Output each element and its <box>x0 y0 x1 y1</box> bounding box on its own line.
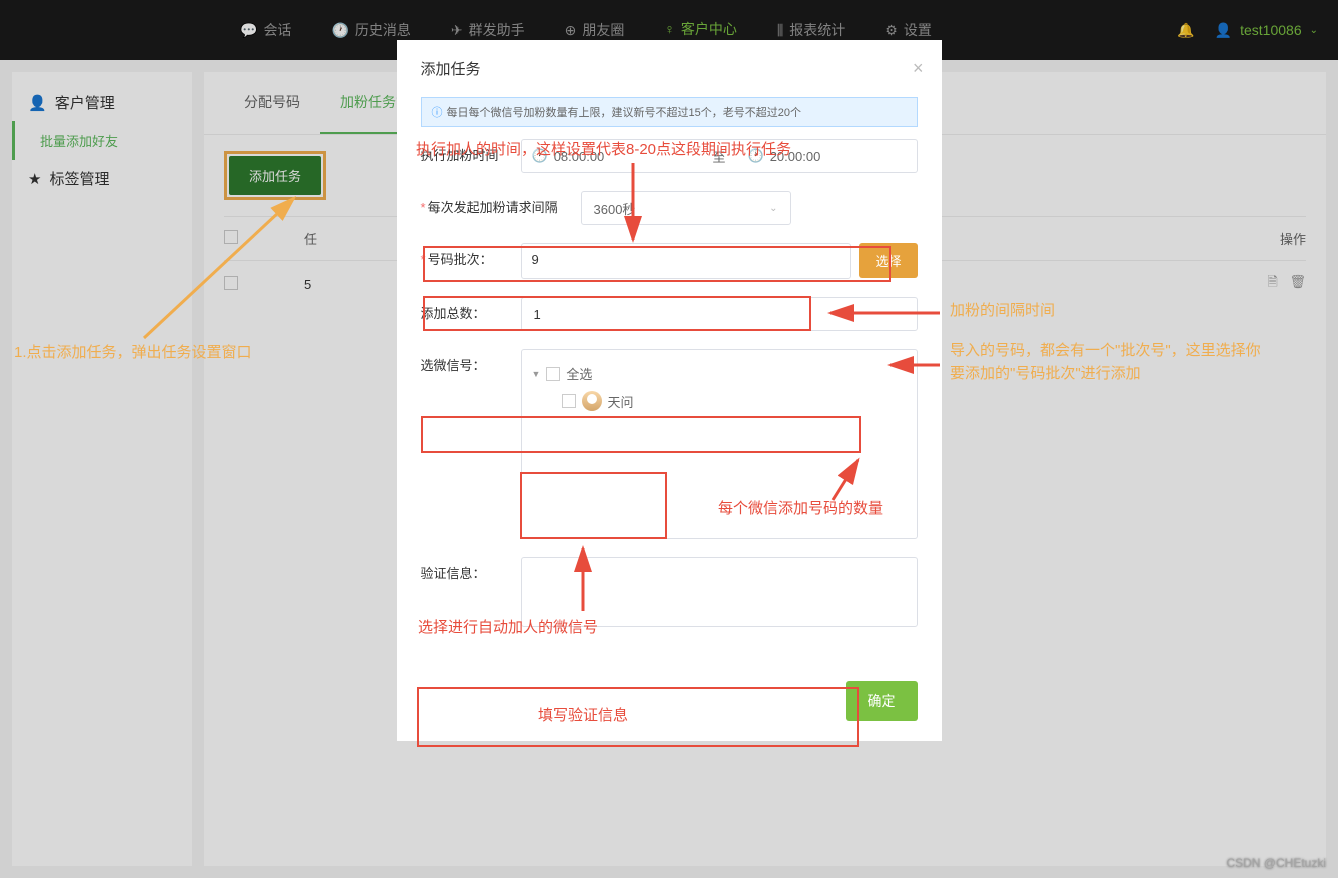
time-range-picker[interactable]: 🕐 08:00:00 至 🕐 20:00:00 <box>521 139 918 173</box>
total-input[interactable] <box>521 297 918 331</box>
tree-toggle-icon[interactable]: ▼ <box>532 369 541 379</box>
account-name: 天问 <box>608 392 634 411</box>
modal-overlay: 添加任务 × ⓘ 每日每个微信号加粉数量有上限，建议新号不超过15个，老号不超过… <box>0 0 1338 878</box>
verify-input[interactable] <box>521 557 918 627</box>
add-task-modal: 添加任务 × ⓘ 每日每个微信号加粉数量有上限，建议新号不超过15个，老号不超过… <box>397 40 942 741</box>
batch-value: 9 <box>532 252 539 267</box>
clock-icon: 🕐 <box>532 148 548 164</box>
modal-title: 添加任务 <box>421 61 481 78</box>
info-icon: ⓘ <box>432 104 443 120</box>
time-end: 20:00:00 <box>770 149 821 164</box>
batch-label: 号码批次： <box>428 252 493 267</box>
annotation-verify: 填写验证信息 <box>538 704 628 725</box>
info-banner: ⓘ 每日每个微信号加粉数量有上限，建议新号不超过15个，老号不超过20个 <box>421 97 918 127</box>
batch-input[interactable]: 9 <box>521 243 852 279</box>
select-all-label: 全选 <box>566 364 592 383</box>
time-label: 执行加粉时间 <box>421 139 521 164</box>
checkbox-select-all[interactable] <box>546 367 560 381</box>
watermark: CSDN @CHEtuzki <box>1226 856 1326 870</box>
total-label: 添加总数： <box>421 297 521 322</box>
wechat-label: 选微信号： <box>421 349 521 374</box>
verify-label: 验证信息： <box>421 557 521 582</box>
time-start: 08:00:00 <box>554 149 605 164</box>
clock-icon: 🕐 <box>748 148 764 164</box>
close-icon[interactable]: × <box>913 58 924 79</box>
interval-value: 3600秒 <box>594 199 636 218</box>
wechat-tree: ▼ 全选 天问 <box>521 349 918 539</box>
info-text: 每日每个微信号加粉数量有上限，建议新号不超过15个，老号不超过20个 <box>447 104 801 120</box>
time-separator: 至 <box>701 147 738 166</box>
checkbox-account[interactable] <box>562 394 576 408</box>
chevron-down-icon: ⌄ <box>769 203 777 214</box>
interval-label: 每次发起加粉请求间隔 <box>428 200 558 215</box>
interval-select[interactable]: 3600秒 ⌄ <box>581 191 791 225</box>
confirm-button[interactable]: 确定 <box>846 681 918 721</box>
select-batch-button[interactable]: 选择 <box>859 243 917 278</box>
avatar-icon <box>582 391 602 411</box>
